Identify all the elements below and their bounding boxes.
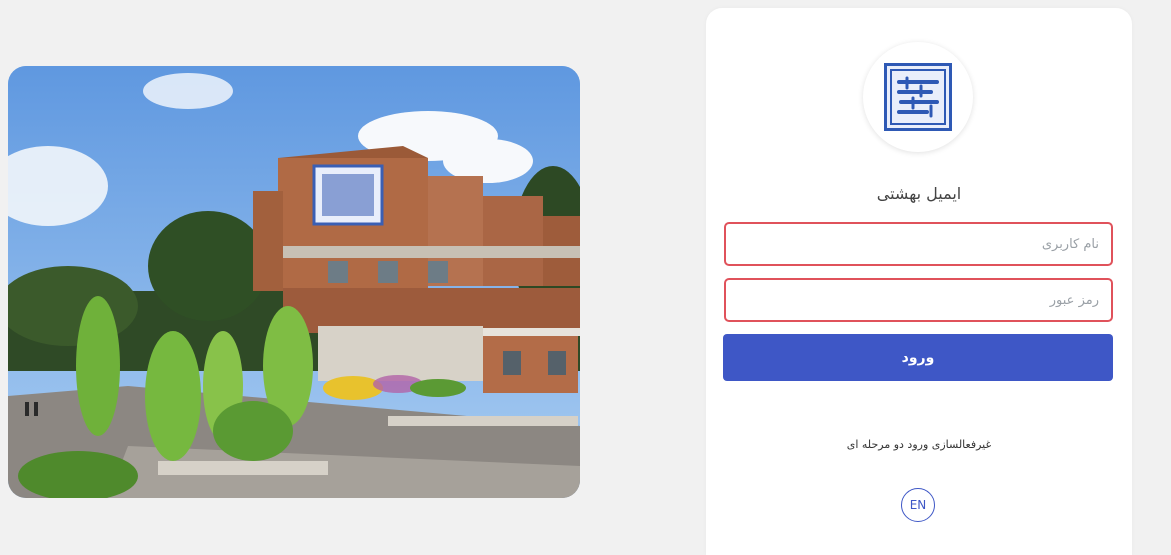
disable-two-factor-link[interactable]: غیرفعالسازی ورود دو مرحله ای [706,438,1132,451]
login-button[interactable]: ورود [723,334,1113,381]
logo-calligraphy [890,69,946,125]
university-logo-icon [884,63,952,131]
password-input[interactable] [724,278,1113,322]
campus-photo [8,66,580,498]
login-card: ایمیل بهشتی ورود غیرفعالسازی ورود دو مرح… [706,8,1132,555]
university-logo [863,42,973,152]
login-title: ایمیل بهشتی [876,184,962,203]
language-toggle-button[interactable]: EN [901,488,935,522]
username-input[interactable] [724,222,1113,266]
login-page: ایمیل بهشتی ورود غیرفعالسازی ورود دو مرح… [0,0,1171,555]
campus-illustration [8,66,580,498]
